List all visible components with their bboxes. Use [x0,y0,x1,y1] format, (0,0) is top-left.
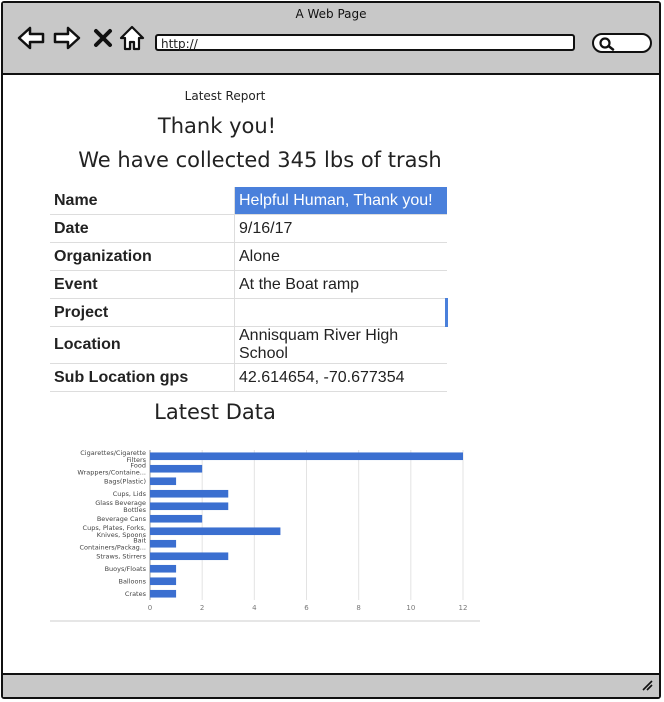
search-icon [599,37,615,51]
report-table: Name Helpful Human, Thank you! Date 9/16… [50,187,448,392]
table-row: Project [50,298,448,327]
forward-icon [53,26,81,50]
row-key-project: Project [50,298,235,327]
chart-category-label: Bags(Plastic) [104,478,146,486]
row-value-sub-location-gps[interactable]: 42.614654, -70.677354 [234,363,447,392]
chart-x-tick-label: 8 [356,604,360,612]
chart-bar [150,539,177,548]
chart-bar [150,502,229,511]
chart-x-tick-label: 4 [252,604,257,612]
chart-bar [150,552,229,561]
table-row: Name Helpful Human, Thank you! [50,187,447,215]
back-icon [17,26,45,50]
latest-data-heading: Latest Data [154,400,276,424]
chart-category-label: Glass Beverage Bottles [95,499,146,514]
row-value-location[interactable]: Annisquam River High School [234,326,447,364]
table-row: Sub Location gps 42.614654, -70.677354 [50,363,447,392]
collected-summary: We have collected 345 lbs of trash [78,148,442,172]
row-value-event[interactable]: At the Boat ramp [234,270,447,299]
window-title: A Web Page [295,7,367,21]
chart-x-tick-label: 10 [406,604,415,612]
row-value-project[interactable] [234,298,448,327]
chart-x-tick-label: 2 [200,604,204,612]
chart-bar [150,589,177,598]
chart-category-label: Straws, Stirrers [96,553,146,561]
forward-button[interactable] [53,23,81,53]
thank-you-heading: Thank you! [157,114,277,138]
report-label: Latest Report [184,89,266,103]
row-key-date: Date [50,214,235,243]
row-key-location: Location [50,326,235,364]
chart-category-label: Cups, Lids [113,490,147,498]
chart-bar [150,464,203,473]
back-button[interactable] [17,23,45,53]
chart-bar [150,514,203,523]
chart-category-label: Crates [125,590,147,598]
chart-x-tick-label: 0 [148,604,152,612]
search-input[interactable] [592,33,652,53]
chart-x-tick-label: 6 [304,604,309,612]
url-input[interactable]: http:// [155,34,575,51]
browser-toolbar: A Web Page http:// [3,3,659,75]
row-value-name[interactable]: Helpful Human, Thank you! [234,187,447,215]
row-key-event: Event [50,270,235,299]
status-bar [3,673,659,697]
chart-category-label: Food Wrappers/Containe... [77,461,146,476]
row-value-date[interactable]: 9/16/17 [234,214,447,243]
table-row: Event At the Boat ramp [50,270,447,299]
chart-bar [150,527,281,536]
table-row: Organization Alone [50,242,447,271]
chart-bar [150,452,463,461]
chart-category-label: Balloons [118,578,146,586]
chart-category-label: Beverage Cans [97,515,147,523]
close-icon [94,29,112,47]
row-value-organization[interactable]: Alone [234,242,447,271]
table-row: Location Annisquam River High School [50,326,447,364]
row-key-organization: Organization [50,242,235,271]
resize-handle-icon[interactable] [641,679,653,694]
chart-svg: 0 2 4 6 8 10 12Cigarettes/Cigarette FiltersFood… [50,449,480,622]
chart-bar [150,489,229,498]
table-row: Date 9/16/17 [50,214,447,243]
chart-bar [150,564,177,573]
home-button[interactable] [118,23,146,53]
row-key-name: Name [50,187,235,215]
chart-x-tick-label: 12 [459,604,468,612]
trash-bar-chart: 0 2 4 6 8 10 12 Cigarettes/Cigarette Filters Food… [50,438,480,623]
home-icon [119,25,145,51]
stop-button[interactable] [89,23,117,53]
chart-category-label: Buoys/Floats [105,565,147,573]
chart-bar [150,477,177,486]
chart-bar [150,577,177,586]
row-key-sub-location-gps: Sub Location gps [50,363,235,392]
